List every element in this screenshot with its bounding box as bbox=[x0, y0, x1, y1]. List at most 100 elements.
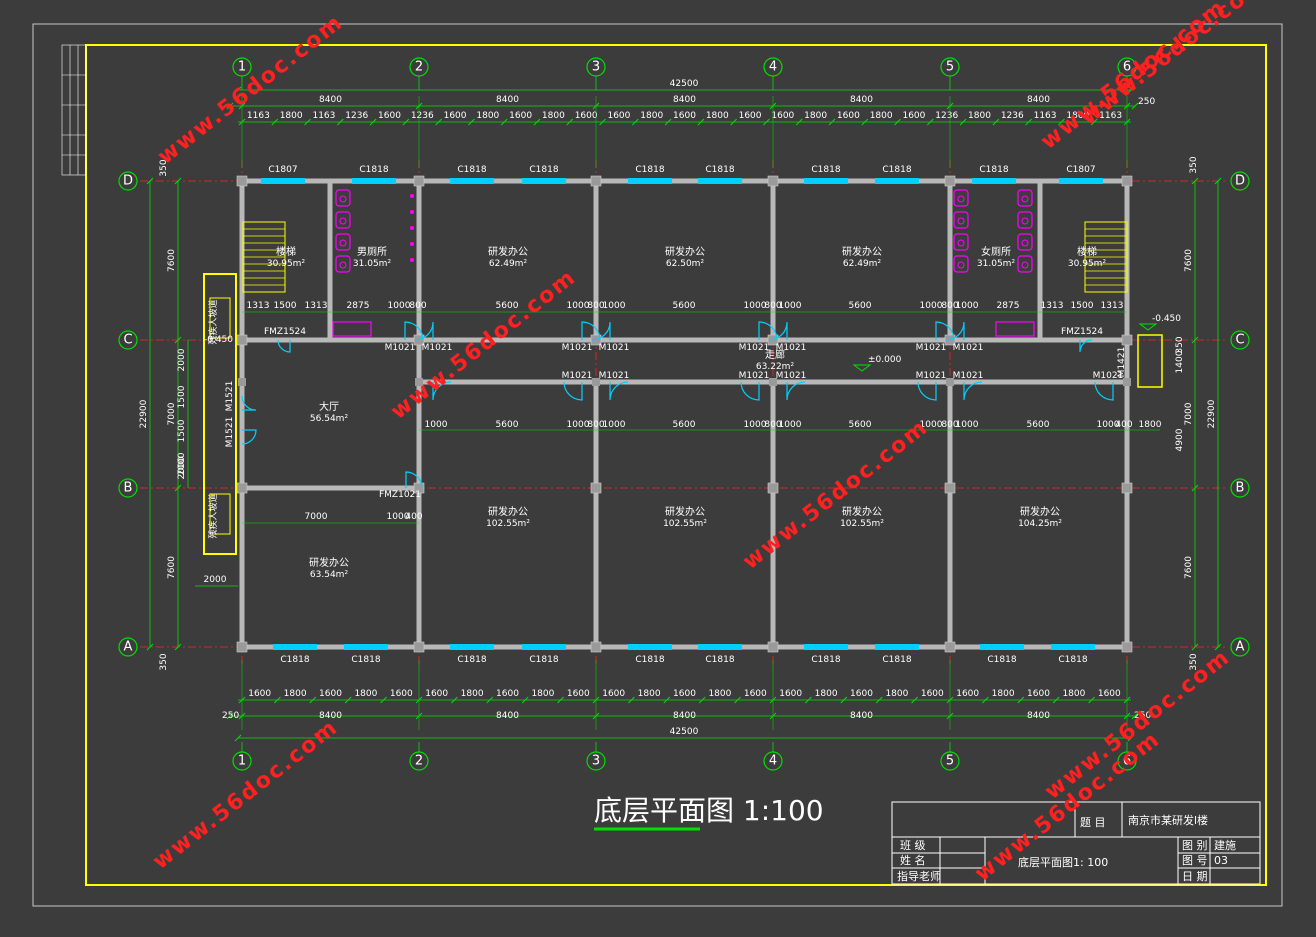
room-name: 女厕所 bbox=[981, 245, 1011, 258]
title-block-number-value: 03 bbox=[1214, 854, 1228, 867]
floor-plan-sheet: 42500 42500 8400 8400 8400 8400 8400 8400 8400 84… bbox=[32, 0, 1283, 907]
left-edge-dim: 350 bbox=[159, 653, 169, 670]
top-sub-dim: 1600 bbox=[673, 111, 696, 121]
corridor-dim-upper: 1000 bbox=[388, 301, 411, 311]
axis-label-A: A bbox=[124, 640, 133, 655]
axis-label-2: 2 bbox=[415, 754, 423, 769]
room-name: 走廊 bbox=[765, 348, 785, 361]
window-label-bottom: C1818 bbox=[635, 655, 664, 665]
room-name: 研发办公 bbox=[665, 245, 705, 258]
column bbox=[236, 334, 248, 346]
room-name: 研发办公 bbox=[309, 556, 349, 569]
column bbox=[236, 482, 248, 494]
room-area: 104.25m² bbox=[1018, 519, 1062, 529]
hall-dim: 400 bbox=[405, 512, 422, 522]
door-label: M1521 bbox=[225, 417, 235, 448]
urinal bbox=[410, 210, 414, 214]
top-sub-dim: 1600 bbox=[739, 111, 762, 121]
top-sub-dim: 1236 bbox=[345, 111, 368, 121]
bottom-sub-dim: 1600 bbox=[319, 689, 342, 699]
toilet-fixture bbox=[1017, 189, 1033, 207]
title-block-project-label: 题 目 bbox=[1080, 816, 1106, 829]
door-label: M1021 bbox=[916, 343, 947, 353]
top-sub-dim: 1600 bbox=[509, 111, 532, 121]
window-top bbox=[522, 178, 566, 184]
corridor-dim-upper: 1000 bbox=[603, 301, 626, 311]
door-label: M1021 bbox=[599, 371, 630, 381]
door-label: FMZ1524 bbox=[1061, 327, 1103, 337]
axis-label-B: B bbox=[1236, 481, 1245, 496]
hall-dim: 7000 bbox=[305, 512, 328, 522]
door-label: FMZ1021 bbox=[379, 490, 421, 500]
level-mark: -0.450 bbox=[204, 335, 233, 345]
column bbox=[590, 641, 602, 653]
column bbox=[944, 175, 956, 187]
room-name: 研发办公 bbox=[665, 505, 705, 518]
right-dim: 7000 bbox=[1184, 402, 1194, 425]
column bbox=[413, 641, 425, 653]
room-area: 63.54m² bbox=[310, 570, 349, 580]
toilet-fixture bbox=[953, 233, 969, 251]
column bbox=[944, 641, 956, 653]
bottom-sub-dim: 1600 bbox=[390, 689, 413, 699]
corridor-dim-upper: 1000 bbox=[779, 301, 802, 311]
sink-counter bbox=[995, 321, 1035, 337]
title-block-number-label: 图 号 bbox=[1182, 854, 1208, 867]
right-dim: 7600 bbox=[1184, 556, 1194, 579]
window-label-bottom: C1818 bbox=[529, 655, 558, 665]
corridor-dim-lower: 1800 bbox=[1139, 420, 1162, 430]
right-entry-dim: 4900 bbox=[1175, 428, 1185, 451]
column bbox=[236, 175, 248, 187]
window-label-top: C1807 bbox=[268, 165, 297, 175]
door-swing bbox=[963, 381, 983, 401]
top-sub-dim: 1600 bbox=[444, 111, 467, 121]
window-label-top: C1818 bbox=[635, 165, 664, 175]
bottom-sub-dim: 1800 bbox=[708, 689, 731, 699]
corridor-dim-upper: 800 bbox=[409, 301, 426, 311]
toilet-fixture bbox=[335, 211, 351, 229]
window-top bbox=[628, 178, 672, 184]
ramp-width-dim: 2000 bbox=[204, 575, 227, 585]
bottom-sub-dim: 1600 bbox=[425, 689, 448, 699]
top-sub-dim: 1600 bbox=[771, 111, 794, 121]
door-swing bbox=[609, 381, 629, 401]
window-label-bottom: C1818 bbox=[987, 655, 1016, 665]
axis-label-2: 2 bbox=[415, 60, 423, 75]
corridor-dim-upper: 5600 bbox=[673, 301, 696, 311]
top-sub-dim: 1800 bbox=[640, 111, 663, 121]
top-sub-dim: 1163 bbox=[247, 111, 270, 121]
window-label-bottom: C1818 bbox=[351, 655, 380, 665]
column bbox=[767, 175, 779, 187]
left-inner-dim: 2000 bbox=[177, 348, 187, 371]
window-bottom bbox=[450, 644, 494, 650]
toilet-fixture bbox=[953, 189, 969, 207]
axis-label-3: 3 bbox=[592, 754, 600, 769]
door-label: M1021 bbox=[562, 371, 593, 381]
top-sub-dim: 1800 bbox=[804, 111, 827, 121]
toilet-fixture bbox=[1017, 255, 1033, 273]
urinal bbox=[410, 194, 414, 198]
axis-label-4: 4 bbox=[769, 60, 777, 75]
door-label: M1021 bbox=[916, 371, 947, 381]
watermark: www.56doc.com bbox=[148, 715, 343, 875]
right-total-dim: 22900 bbox=[1207, 399, 1217, 428]
toilet-bowl bbox=[957, 239, 965, 247]
axis-label-5: 5 bbox=[946, 754, 954, 769]
right-edge-dim: 350 bbox=[1189, 156, 1199, 173]
bottom-sub-dim: 1600 bbox=[1027, 689, 1050, 699]
bottom-sub-dim: 1800 bbox=[1062, 689, 1085, 699]
axis-label-3: 3 bbox=[592, 60, 600, 75]
left-inner-dim: 1500 bbox=[177, 385, 187, 408]
corridor-dim-upper: 1313 bbox=[247, 301, 270, 311]
bottom-sub-dim: 1800 bbox=[992, 689, 1015, 699]
title-block-project: 南京市某研发l楼 bbox=[1128, 813, 1208, 827]
title-block-drawing-name: 底层平面图1: 100 bbox=[1018, 855, 1108, 869]
level-triangle bbox=[1138, 323, 1158, 331]
bottom-sub-dim: 1800 bbox=[461, 689, 484, 699]
window-label-bottom: C1818 bbox=[457, 655, 486, 665]
corridor-dim-upper: 1313 bbox=[1101, 301, 1124, 311]
top-sub-dim: 1800 bbox=[476, 111, 499, 121]
corridor-dim-upper: 1313 bbox=[305, 301, 328, 311]
column bbox=[767, 641, 779, 653]
door-swing bbox=[740, 381, 760, 401]
